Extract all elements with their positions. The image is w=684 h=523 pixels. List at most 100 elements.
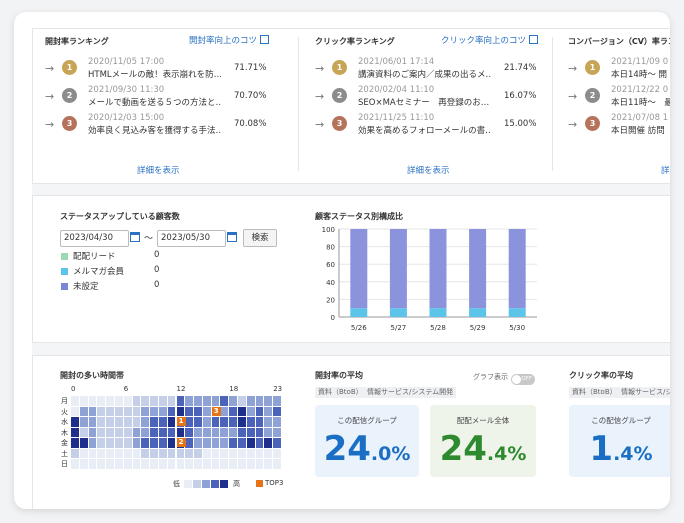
- graph-toggle[interactable]: OFF: [511, 374, 535, 385]
- industry-tag: 情報サービス/システム開発: [364, 387, 457, 398]
- arrow-right-icon: →: [315, 118, 325, 131]
- status-bar-chart: 0 20 40 60 80 100 5/26 5/27 5/28 5/29 5/30: [322, 226, 537, 332]
- cv-details-link[interactable]: 詳細: [661, 164, 670, 176]
- heatmap-cell: [71, 417, 79, 427]
- arrow-right-icon: →: [568, 62, 578, 75]
- heatmap-cell: [114, 396, 123, 406]
- heatmap-cell: [88, 448, 97, 459]
- heatmap-cell: [246, 438, 255, 448]
- open-ranking: 開封率ランキング 開封率向上のコツ → 1 2020/11/05 17:00 H…: [33, 29, 283, 183]
- scale-swatch: [184, 480, 192, 488]
- row-subject: 本日開催 訪問: [611, 126, 665, 136]
- heatmap-cell: [132, 417, 141, 427]
- date-to-input[interactable]: 2023/05/30: [157, 230, 226, 247]
- search-button[interactable]: 検索: [243, 229, 277, 247]
- ranking-row[interactable]: → 2 2020/02/04 11:10 SEO×MAセミナー 再登録のお… 1…: [315, 85, 555, 109]
- bar-segment: [389, 229, 407, 309]
- heatmap-cell: [220, 448, 229, 459]
- heatmap-cell: [255, 406, 264, 417]
- row-subject: 本日14時〜 開: [611, 70, 668, 80]
- click-details-link[interactable]: 詳細を表示: [407, 164, 450, 176]
- date-from-input[interactable]: 2023/04/30: [60, 230, 129, 247]
- heatmap-cell: [97, 459, 106, 469]
- graph-toggle-label: グラフ表示: [473, 373, 508, 381]
- heatmap-cell: [132, 427, 141, 438]
- kpi-value: 24.4%: [439, 429, 527, 469]
- ranking-row[interactable]: → 1 2021/11/09 0 本日14時〜 開: [568, 57, 670, 81]
- ranking-row[interactable]: → 3 2021/07/08 1 本日開催 訪問: [568, 113, 670, 137]
- ranking-row[interactable]: → 1 2021/06/01 17:14 講演資料のご案内／成果の出るメ… 21…: [315, 57, 555, 81]
- y-tick-label: 60: [326, 261, 335, 269]
- day-label: 日: [61, 460, 68, 469]
- heatmap-cell: [106, 427, 114, 438]
- heatmap-cell: [211, 459, 220, 469]
- heatmap-cell: [255, 448, 264, 459]
- calendar-icon[interactable]: [227, 232, 237, 242]
- heatmap-cell: [158, 427, 167, 438]
- heatmap-cell: [167, 406, 176, 417]
- calendar-icon[interactable]: [130, 232, 140, 242]
- ranking-row[interactable]: → 2 2021/12/22 0 本日11時〜 最: [568, 85, 670, 109]
- heatmap-cell: [79, 396, 88, 406]
- row-subject: SEO×MAセミナー 再登録のお…: [358, 98, 490, 108]
- ranking-row[interactable]: → 3 2021/11/25 11:10 効果を高めるフォローメールの書… 15…: [315, 113, 555, 137]
- top3-badge: 3: [211, 406, 221, 416]
- heatmap-cell: [264, 448, 273, 459]
- heatmap-cell: [158, 396, 167, 406]
- legend-count: 0: [154, 280, 160, 290]
- click-tip-link[interactable]: クリック率向上のコツ: [441, 34, 539, 46]
- day-label: 月: [61, 397, 68, 405]
- heatmap-cell: [194, 406, 202, 417]
- status-chart-title: 顧客ステータス別構成比: [315, 212, 403, 221]
- arrow-right-icon: →: [45, 62, 55, 75]
- top3-badge: 1: [176, 417, 186, 427]
- heatmap-cell: [202, 406, 211, 417]
- heatmap-cell: [176, 396, 185, 406]
- scale-swatch: [193, 480, 201, 488]
- heatmap-cell: [264, 438, 273, 448]
- industry-tag: 資料（BtoB）: [315, 387, 366, 398]
- row-date: 2021/09/30 11:30: [88, 85, 165, 95]
- heatmap-cell: [211, 427, 220, 438]
- hour-label: 6: [123, 385, 129, 393]
- heatmap-cell: [194, 459, 202, 469]
- heatmap-cell: [97, 406, 106, 417]
- row-date: 2021/07/08 1: [611, 113, 669, 123]
- cv-ranking-title: コンバージョン（CV）率ラン: [568, 37, 670, 46]
- heatmap-cell: [88, 406, 97, 417]
- heatmap-cell: [194, 448, 202, 459]
- open-tip-link[interactable]: 開封率向上のコツ: [189, 34, 270, 46]
- industry-tag: 情報サービス/シ: [618, 387, 670, 398]
- open-details-link[interactable]: 詳細を表示: [137, 164, 180, 176]
- heatmap-cell: [79, 438, 88, 448]
- kpi-label: この配信グループ: [591, 416, 651, 425]
- heatmap-cell: [176, 459, 185, 469]
- ranking-row[interactable]: → 3 2020/12/03 15:00 効率良く見込み客を獲得する手法… 70…: [45, 113, 285, 137]
- open-group-kpi: この配信グループ 24.0%: [315, 405, 419, 477]
- heatmap-cell: [114, 438, 123, 448]
- heatmap-cell: [255, 438, 264, 448]
- row-subject: 効果を高めるフォローメールの書…: [358, 126, 491, 136]
- heatmap-cell: [79, 427, 88, 438]
- heatmap-cell: [273, 448, 281, 459]
- heatmap-cell: [79, 417, 88, 427]
- heatmap-cell: [123, 396, 132, 406]
- legend-label: 配配リード: [73, 252, 116, 262]
- ranking-row[interactable]: → 1 2020/11/05 17:00 HTMLメールの敵！表示崩れを防… 7…: [45, 57, 285, 81]
- heatmap-cell: [264, 459, 273, 469]
- row-rate: 70.70%: [234, 91, 267, 101]
- heatmap-cell: [132, 396, 141, 406]
- legend-swatch: [61, 283, 68, 290]
- rank-medal: 3: [62, 116, 77, 131]
- legend-count: 0: [154, 250, 160, 260]
- heatmap-cell: [158, 438, 167, 448]
- ranking-row[interactable]: → 2 2021/09/30 11:30 メールで動画を送る５つの方法と… 70…: [45, 85, 285, 109]
- heatmap-cell: [185, 417, 194, 427]
- heatmap-cell: [229, 417, 238, 427]
- day-label: 火: [61, 407, 68, 416]
- heatmap-cell: [158, 459, 167, 469]
- x-tick-label: 5/27: [391, 324, 407, 332]
- heatmap-cell: [106, 438, 114, 448]
- heatmap-cell: [255, 396, 264, 406]
- heatmap-cell: [202, 417, 211, 427]
